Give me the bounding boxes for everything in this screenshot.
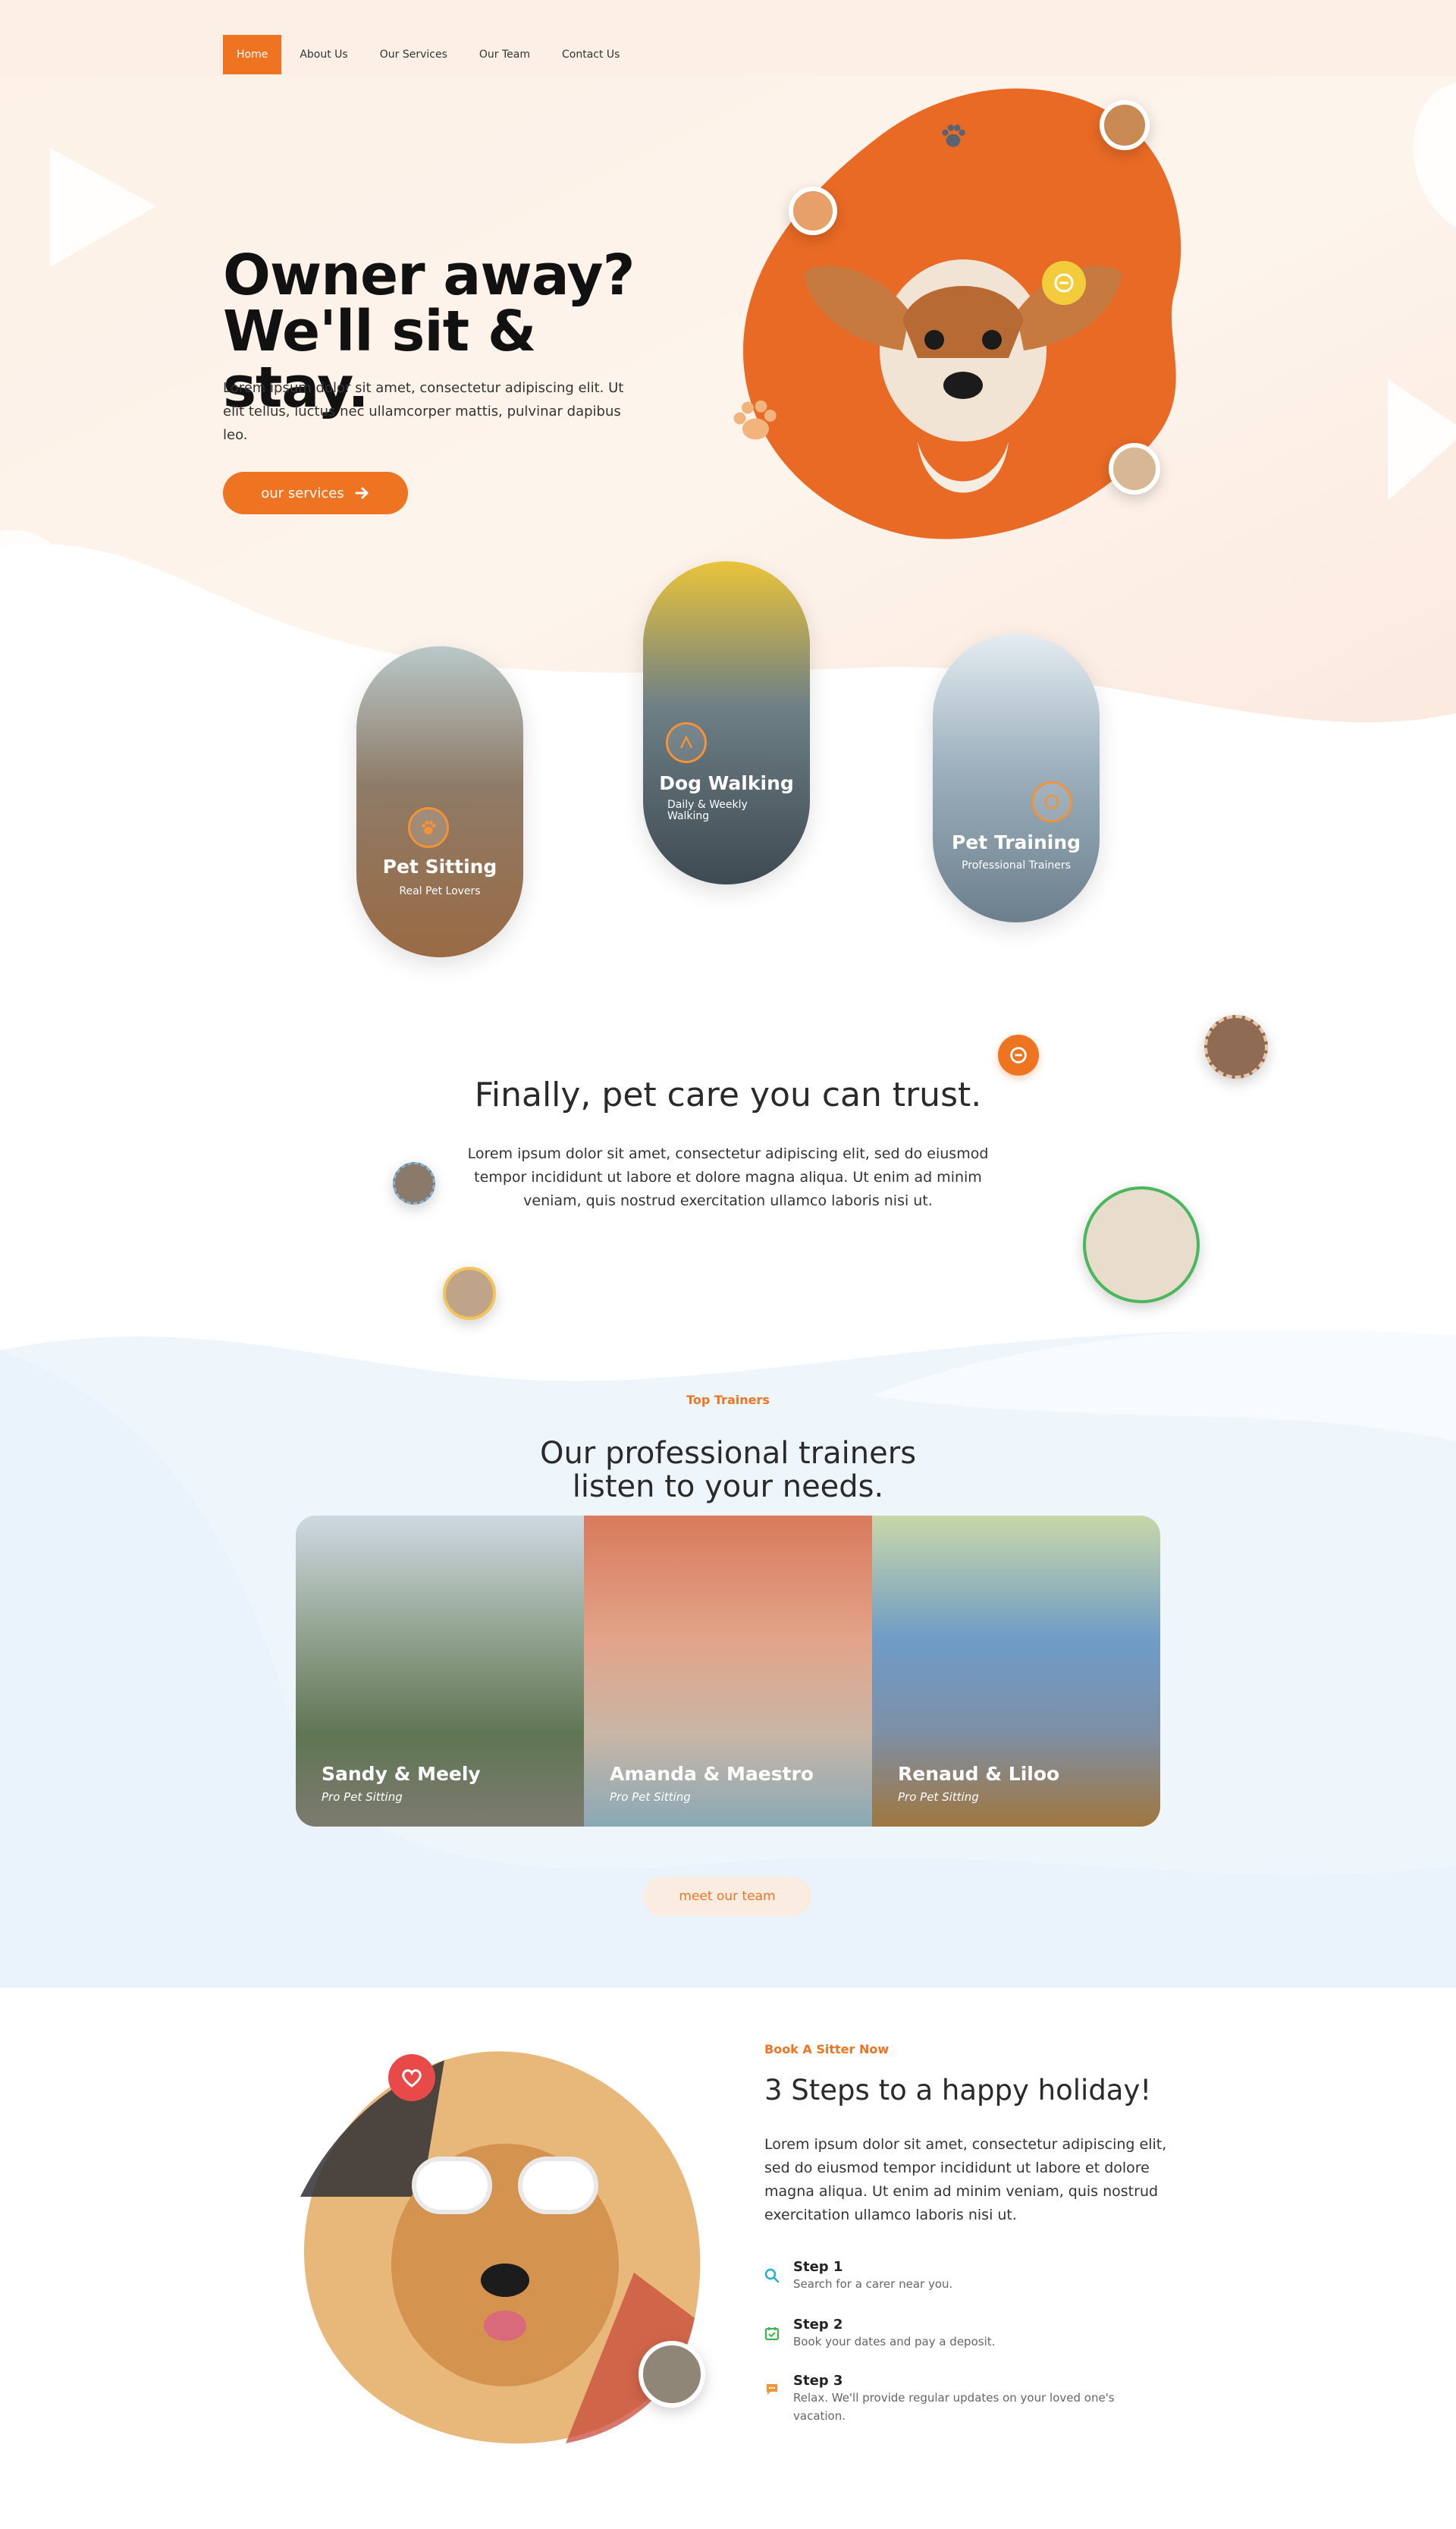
service-subtitle-pet-sitting: Real Pet Lovers: [399, 885, 481, 897]
service-card-pet-sitting[interactable]: Pet Sitting Real Pet Lovers: [356, 646, 523, 957]
step-2: Step 2 Book your dates and pay a deposit…: [764, 2317, 1189, 2351]
walking-circle-icon: [666, 722, 707, 763]
trainer-name: Amanda & Maestro: [610, 1763, 814, 1785]
paw-outline-icon: [733, 400, 777, 440]
hero-subtitle: Lorem ipsum dolor sit amet, consectetur …: [223, 380, 624, 443]
service-title-dog-walking: Dog Walking: [659, 772, 794, 794]
service-subtitle-pet-training: Professional Trainers: [962, 859, 1071, 872]
paw-circle-icon: [408, 807, 449, 848]
hero-avatar-left: [789, 187, 837, 235]
hero-avatar-bottom-right: [1109, 443, 1160, 495]
nav-about-us[interactable]: About Us: [286, 35, 361, 74]
trainer-card-sandy[interactable]: Sandy & Meely Pro Pet Sitting: [296, 1516, 584, 1827]
our-services-button[interactable]: our services: [223, 472, 408, 514]
step-3: Step 3 Relax. We'll provide regular upda…: [764, 2373, 1189, 2425]
trainer-name: Sandy & Meely: [322, 1763, 481, 1785]
step-title: Step 1: [793, 2259, 843, 2275]
nav-our-team[interactable]: Our Team: [466, 35, 544, 74]
trainer-role: Pro Pet Sitting: [610, 1790, 691, 1804]
service-title-pet-training: Pet Training: [951, 831, 1081, 853]
booking-text: Lorem ipsum dolor sit amet, consectetur …: [764, 2136, 1167, 2223]
step-text: Book your dates and pay a deposit.: [793, 2335, 996, 2348]
booking-avatar: [639, 2341, 705, 2408]
trust-title: Finally, pet care you can trust.: [474, 1076, 982, 1114]
service-card-dog-walking[interactable]: Dog Walking Daily & Weekly Walking: [643, 561, 810, 884]
search-icon: [764, 2268, 780, 2283]
trust-avatar-top-right: [1204, 1015, 1268, 1079]
trust-avatar-left: [393, 1162, 435, 1205]
trainers-eyebrow: Top Trainers: [686, 1393, 770, 1407]
trust-avatar-large-right: [1083, 1186, 1200, 1303]
shield-badge-icon: [998, 1035, 1039, 1076]
nav-our-services[interactable]: Our Services: [366, 35, 461, 74]
trainer-card-amanda[interactable]: Amanda & Maestro Pro Pet Sitting: [584, 1516, 872, 1827]
main-nav: Home About Us Our Services Our Team Cont…: [223, 35, 633, 74]
step-text: Relax. We'll provide regular updates on …: [793, 2391, 1115, 2423]
step-1: Step 1 Search for a carer near you.: [764, 2259, 1189, 2293]
badge-circle-icon: [1031, 781, 1072, 822]
trainer-role: Pro Pet Sitting: [898, 1790, 979, 1804]
trainers-title-line-1: Our professional trainers: [539, 1436, 917, 1471]
booking-title: 3 Steps to a happy holiday!: [764, 2074, 1152, 2106]
trainers-grid: Sandy & Meely Pro Pet Sitting Amanda & M…: [296, 1516, 1160, 1827]
service-subtitle-dog-walking: Daily & Weekly Walking: [667, 799, 748, 822]
trust-text: Lorem ipsum dolor sit amet, consectetur …: [467, 1145, 989, 1209]
trainers-title-line-2: listen to your needs.: [572, 1469, 884, 1504]
service-title-pet-sitting: Pet Sitting: [382, 856, 497, 878]
trainers-title: Our professional trainers listen to your…: [0, 1437, 1456, 1503]
step-text: Search for a carer near you.: [793, 2277, 953, 2291]
trainer-name: Renaud & Liloo: [898, 1763, 1060, 1785]
trainer-card-renaud[interactable]: Renaud & Liloo Pro Pet Sitting: [872, 1516, 1160, 1827]
paw-icon: [942, 124, 965, 147]
our-services-button-label: our services: [261, 485, 344, 501]
arrow-right-icon: [355, 487, 369, 499]
hero-title-line-1: Owner away?: [223, 243, 635, 308]
step-title: Step 2: [793, 2317, 843, 2333]
chat-icon: [767, 2384, 777, 2395]
meet-our-team-button[interactable]: meet our team: [643, 1877, 811, 1916]
target-badge-icon: [1042, 261, 1086, 305]
nav-home[interactable]: Home: [223, 35, 282, 74]
hero-avatar-top-right: [1100, 100, 1150, 150]
service-card-pet-training[interactable]: Pet Training Professional Trainers: [933, 634, 1100, 922]
trainer-role: Pro Pet Sitting: [322, 1790, 403, 1804]
heart-badge-icon: [388, 2054, 435, 2101]
nav-contact-us[interactable]: Contact Us: [548, 35, 633, 74]
calendar-icon: [764, 2327, 780, 2341]
step-title: Step 3: [793, 2373, 843, 2389]
booking-eyebrow: Book A Sitter Now: [764, 2042, 890, 2056]
